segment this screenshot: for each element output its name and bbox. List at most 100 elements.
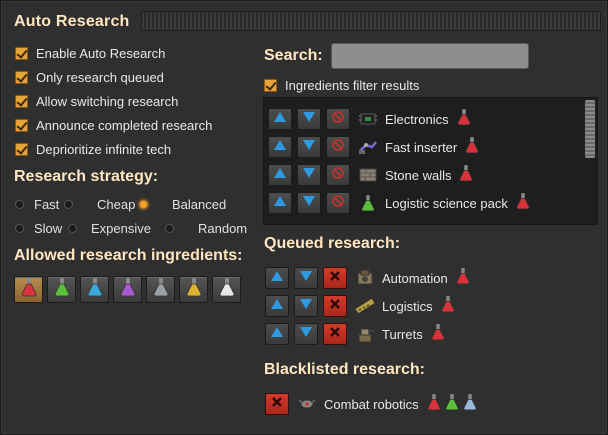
option-deprioritize-infinite[interactable]: Deprioritize infinite tech [15,140,171,158]
strategy-expensive[interactable]: Expensive [68,220,151,236]
ingredient-red-button[interactable] [14,276,43,303]
queue-bottom-button[interactable] [297,136,321,158]
queue-bottom-button[interactable] [297,192,321,214]
prohibited-icon [331,138,345,157]
list-item: Electronics [268,106,475,132]
queue-bottom-button[interactable] [297,164,321,186]
strategy-balanced[interactable]: Balanced [139,196,226,212]
ingredient-blue-button[interactable] [80,276,109,303]
checkbox[interactable] [15,70,28,84]
remove-button[interactable] [265,393,289,415]
red-flask-icon [21,277,37,302]
ingredient-purple-button[interactable] [113,276,142,303]
drag-handle[interactable] [141,11,601,31]
close-icon [329,325,341,343]
strategy-heading: Research strategy: [14,168,159,185]
filter-label: Ingredients filter results [285,77,420,93]
strategy-random[interactable]: Random [165,220,247,236]
remove-button[interactable] [323,323,347,345]
move-up-button[interactable] [265,295,289,317]
red-flask-icon [457,108,471,131]
radio-button[interactable] [68,223,77,233]
option-allow-switching-research[interactable]: Allow switching research [15,92,178,110]
prohibited-icon [331,166,345,185]
title-bar[interactable]: Auto Research [5,7,605,37]
close-icon [329,269,341,287]
strategy-cheap[interactable]: Cheap [64,196,135,212]
tech-name: Logistics [382,298,433,314]
blacklisted-heading: Blacklisted research: [264,361,425,378]
radio-button-selected[interactable] [139,199,148,209]
radio-button[interactable] [64,199,73,209]
queue-top-button[interactable] [268,164,292,186]
radio-label: Expensive [91,220,151,236]
arrow-up-icon [273,138,287,156]
checkbox[interactable] [15,142,28,156]
move-up-button[interactable] [265,267,289,289]
ingredient-gray-button[interactable] [146,276,175,303]
strategy-slow[interactable]: Slow [15,220,62,236]
ingredient-white-button[interactable] [212,276,241,303]
ingredients-filter-toggle[interactable]: Ingredients filter results [264,76,419,94]
remove-button[interactable] [323,295,347,317]
ingredient-yellow-button[interactable] [179,276,208,303]
option-label: Deprioritize infinite tech [36,141,172,157]
radio-button[interactable] [15,223,24,233]
option-label: Enable Auto Research [36,45,166,61]
purple-flask-icon [120,277,136,302]
queue-top-button[interactable] [268,136,292,158]
arrow-up-icon [273,166,287,184]
move-up-button[interactable] [265,323,289,345]
auto-research-window: Auto Research Enable Auto Research Only … [0,0,608,435]
arrow-down-icon [302,110,316,128]
queue-top-button[interactable] [268,108,292,130]
white-flask-icon [219,277,235,302]
move-down-button[interactable] [294,295,318,317]
option-label: Allow switching research [36,93,179,109]
list-item: Fast inserter [268,134,483,160]
red-flask-icon [441,295,455,318]
tech-name: Electronics [385,111,449,127]
ingredient-green-button[interactable] [47,276,76,303]
queue-top-button[interactable] [268,192,292,214]
radio-button[interactable] [165,223,174,233]
tech-name: Automation [382,270,448,286]
blacklist-button[interactable] [326,108,350,130]
remove-button[interactable] [323,267,347,289]
assembler-icon [354,268,376,288]
blacklisted-item: Combat robotics [265,391,481,417]
arrow-down-icon [299,325,313,343]
checkbox[interactable] [15,46,28,60]
option-announce-completed[interactable]: Announce completed research [15,116,212,134]
radio-button[interactable] [15,199,24,209]
option-only-research-queued[interactable]: Only research queued [15,68,164,86]
queue-bottom-button[interactable] [297,108,321,130]
arrow-up-icon [270,297,284,315]
arrow-up-icon [270,269,284,287]
blacklist-button[interactable] [326,192,350,214]
belt-icon [354,296,376,316]
yellow-flask-icon [186,277,202,302]
search-label: Search: [264,47,323,64]
arrow-down-icon [302,166,316,184]
move-down-button[interactable] [294,323,318,345]
blue-flask-icon [463,393,477,416]
move-down-button[interactable] [294,267,318,289]
radio-label: Random [198,220,248,236]
search-input[interactable] [331,43,529,69]
checkbox[interactable] [15,118,28,132]
blacklist-button[interactable] [326,164,350,186]
list-item: Logistic science pack [268,190,534,216]
inserter-icon [357,137,379,157]
tech-name: Stone walls [385,167,452,183]
checkbox[interactable] [15,94,28,108]
option-enable-auto-research[interactable]: Enable Auto Research [15,44,165,62]
prohibited-icon [331,110,345,129]
scrollbar[interactable] [585,100,595,158]
strategy-fast[interactable]: Fast [15,196,59,212]
tech-name: Fast inserter [385,139,458,155]
blacklist-button[interactable] [326,136,350,158]
search-results-list[interactable]: Electronics Fast inserter Stone walls Lo… [263,97,598,225]
red-flask-icon [427,393,441,416]
checkbox[interactable] [264,78,277,92]
